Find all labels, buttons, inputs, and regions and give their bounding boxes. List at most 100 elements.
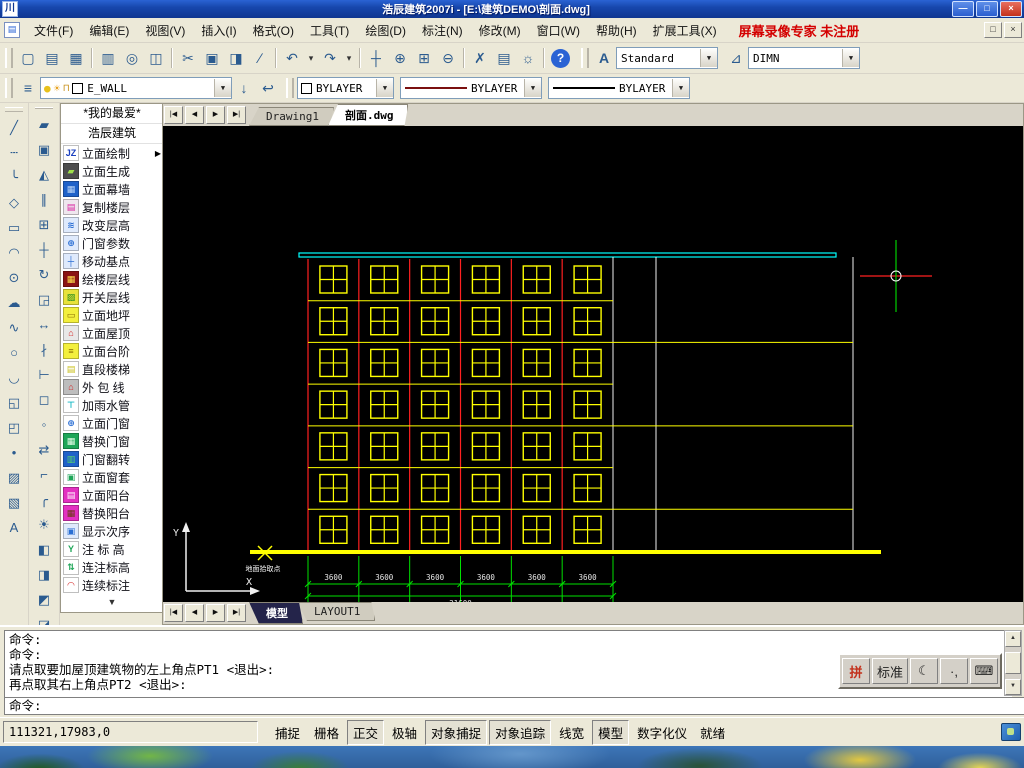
menu-item[interactable]: 标注(N) [414, 19, 471, 42]
copy-object-icon[interactable]: ▣ [32, 137, 57, 162]
chevron-down-icon[interactable]: ▼ [214, 79, 231, 97]
lineweight-combo[interactable]: BYLAYER ▼ [548, 77, 690, 99]
menu-item[interactable]: 帮助(H) [588, 19, 645, 42]
zoom-realtime-icon[interactable]: ⊕ [388, 46, 412, 70]
print-preview-icon[interactable]: ◎ [120, 46, 144, 70]
make-layer-current-icon[interactable]: ↓ [232, 76, 256, 100]
mirror-icon[interactable]: ◭ [32, 162, 57, 187]
status-toggle-模型[interactable]: 模型 [592, 720, 629, 745]
layer-lock-icon[interactable]: ⊓ [63, 83, 69, 94]
palette-item[interactable]: ≡立面台阶 [61, 342, 163, 360]
toolbar-grip[interactable] [5, 107, 23, 112]
ime-punctuation-icon[interactable]: ·, [940, 658, 968, 684]
tab-nav-button-0[interactable]: |◀ [164, 106, 183, 124]
palette-header-0[interactable]: *我的最爱* [61, 104, 163, 124]
copy-icon[interactable]: ▣ [200, 46, 224, 70]
layer-freeze-sun-icon[interactable]: ☀ [54, 82, 61, 95]
toolbar-grip[interactable] [5, 78, 13, 98]
layer-combo[interactable]: ● ☀ ⊓ E_WALL ▼ [40, 77, 232, 99]
palette-item[interactable]: ▣显示次序 [61, 522, 163, 540]
status-toggle-栅格[interactable]: 栅格 [308, 720, 345, 745]
status-toggle-正交[interactable]: 正交 [347, 720, 384, 745]
chevron-down-icon[interactable]: ▼ [524, 79, 541, 97]
spline-icon[interactable]: ∿ [2, 315, 27, 340]
tab-nav-button-2[interactable]: ▶ [206, 604, 225, 622]
insert-block-icon[interactable]: ◱ [2, 390, 27, 415]
drawing-canvas[interactable]: 地面拾取点36003600360036003600360021600YX [162, 126, 1024, 602]
palette-item[interactable]: ⌂外 包 线 [61, 378, 163, 396]
palette-item[interactable]: ◠连续标注 [61, 576, 163, 594]
tab-nav-button-1[interactable]: ◀ [185, 106, 204, 124]
layer-previous-icon[interactable]: ↩ [256, 76, 280, 100]
menu-item[interactable]: 绘图(D) [357, 19, 414, 42]
ime-logo-icon[interactable]: 拼 [842, 658, 870, 684]
status-toggle-极轴[interactable]: 极轴 [386, 720, 423, 745]
tab-LAYOUT1[interactable]: LAYOUT1 [297, 602, 375, 621]
tab-模型[interactable]: 模型 [249, 602, 303, 624]
offset-icon[interactable]: ∥ [32, 187, 57, 212]
save-icon[interactable]: ▦ [64, 46, 88, 70]
palette-item[interactable]: ⊕门窗参数 [61, 234, 163, 252]
toolbar-grip[interactable] [286, 78, 294, 98]
palette-item[interactable]: Y注 标 高 [61, 540, 163, 558]
ime-fullhalf-moon-icon[interactable]: ☾ [910, 658, 938, 684]
status-toggle-对象捕捉[interactable]: 对象捕捉 [425, 720, 487, 745]
chamfer-icon[interactable]: ⌐ [32, 462, 57, 487]
menu-item[interactable]: 插入(I) [193, 19, 244, 42]
rotate-icon[interactable]: ↻ [32, 262, 57, 287]
menu-item[interactable]: 工具(T) [302, 19, 357, 42]
palette-item[interactable]: ▣立面窗套 [61, 468, 163, 486]
chevron-down-icon[interactable]: ▼ [672, 79, 689, 97]
zoom-window-icon[interactable]: ⊞ [412, 46, 436, 70]
linetype-combo[interactable]: BYLAYER ▼ [400, 77, 542, 99]
palette-item[interactable]: ⌂立面屋顶 [61, 324, 163, 342]
mdi-restore-button[interactable]: □ [984, 22, 1002, 38]
palette-item[interactable]: JZ立面绘制▶ [61, 144, 163, 162]
dim-style-icon[interactable]: ⊿ [724, 46, 748, 70]
tab-nav-button-3[interactable]: ▶| [227, 604, 246, 622]
restore-button[interactable]: □ [976, 1, 998, 17]
menu-item[interactable]: 编辑(E) [81, 19, 137, 42]
status-toggle-对象追踪[interactable]: 对象追踪 [489, 720, 551, 745]
toolbar-grip[interactable] [581, 48, 589, 68]
undo-icon[interactable]: ↶ [280, 46, 304, 70]
palette-item[interactable]: ▰立面生成 [61, 162, 163, 180]
match-properties-icon[interactable]: ∕ [248, 46, 272, 70]
polygon-icon[interactable]: ◇ [2, 190, 27, 215]
tab-nav-button-0[interactable]: |◀ [164, 604, 183, 622]
palette-item[interactable]: ≋改变层高 [61, 216, 163, 234]
dim-style-combo[interactable]: DIMN ▼ [748, 47, 860, 69]
region-icon[interactable]: ▧ [2, 490, 27, 515]
tab-nav-button-3[interactable]: ▶| [227, 106, 246, 124]
tab-nav-button-1[interactable]: ◀ [185, 604, 204, 622]
paste-icon[interactable]: ◨ [224, 46, 248, 70]
status-toggle-捕捉[interactable]: 捕捉 [269, 720, 306, 745]
point-icon[interactable]: • [2, 440, 27, 465]
scroll-up-icon[interactable]: ▲ [1005, 631, 1021, 647]
minimize-button[interactable]: — [952, 1, 974, 17]
text-style-icon[interactable]: A [592, 46, 616, 70]
pan-icon[interactable]: ┼ [364, 46, 388, 70]
new-icon[interactable]: ▢ [16, 46, 40, 70]
color-combo[interactable]: BYLAYER ▼ [297, 77, 394, 99]
move-icon[interactable]: ┼ [32, 237, 57, 262]
ellipse-arc-icon[interactable]: ◡ [2, 365, 27, 390]
palette-item[interactable]: ▭立面地坪 [61, 306, 163, 324]
tool-palettes-icon[interactable]: ▤ [492, 46, 516, 70]
revision-cloud-icon[interactable]: ☁ [2, 290, 27, 315]
ellipse-icon[interactable]: ○ [2, 340, 27, 365]
fillet-icon[interactable]: ╭ [32, 487, 57, 512]
palette-item[interactable]: ▤直段楼梯 [61, 360, 163, 378]
send-to-back-icon[interactable]: ◨ [32, 562, 57, 587]
palette-item[interactable]: ⊤加雨水管 [61, 396, 163, 414]
palette-item[interactable]: ▦替换阳台 [61, 504, 163, 522]
toolbar-grip[interactable] [35, 107, 53, 109]
help-icon[interactable]: ? [551, 49, 570, 68]
palette-item[interactable]: ▤复制楼层 [61, 198, 163, 216]
close-button[interactable]: × [1000, 1, 1022, 17]
text-icon[interactable]: A [2, 515, 27, 540]
palette-item[interactable]: ▥门窗翻转 [61, 450, 163, 468]
ime-softkeyboard-icon[interactable]: ⌨ [970, 658, 998, 684]
palette-header-1[interactable]: 浩辰建筑 [61, 124, 163, 144]
publish-icon[interactable]: ◫ [144, 46, 168, 70]
